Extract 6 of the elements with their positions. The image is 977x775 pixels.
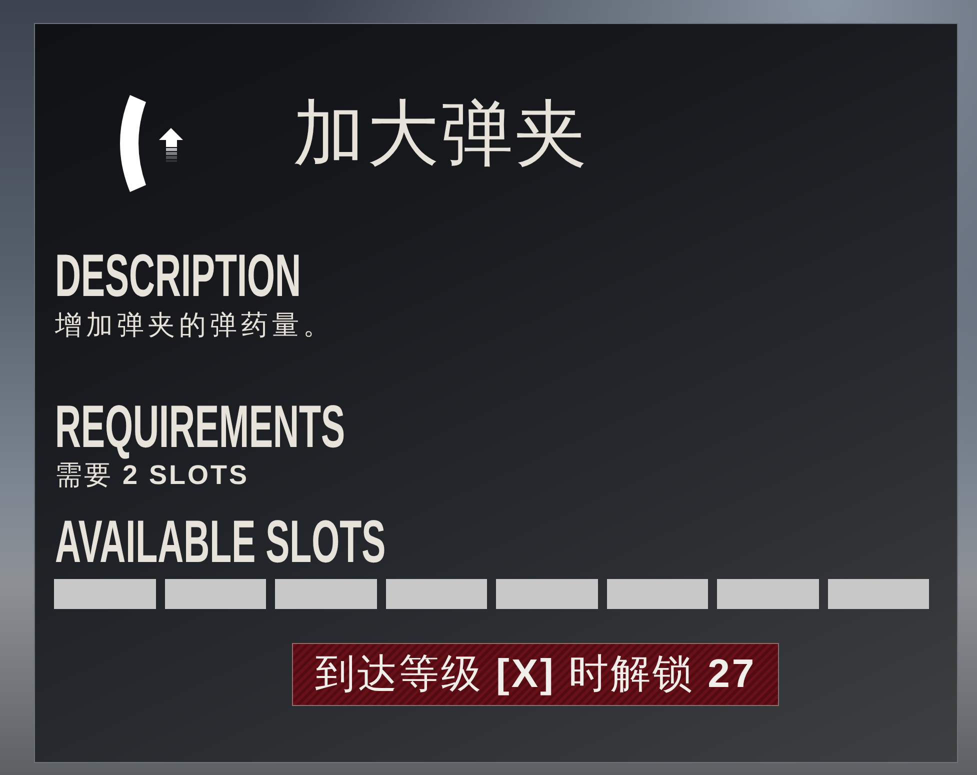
section-heading: AVAILABLE SLOTS <box>55 514 386 570</box>
description-text: 增加弹夹的弹药量。 <box>55 310 334 340</box>
perk-title: 加大弹夹 <box>293 94 589 174</box>
requirement-text: 需要 2 SLOTS <box>55 460 250 490</box>
section-heading: DESCRIPTION <box>55 248 302 304</box>
unlock-notice: 到达等级 [X] 时解锁 27 <box>292 643 779 706</box>
